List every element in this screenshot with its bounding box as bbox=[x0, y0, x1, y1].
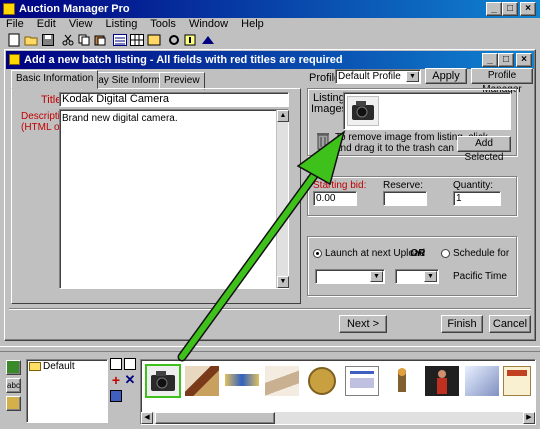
schedule-time-select[interactable]: ▼ bbox=[395, 269, 439, 284]
side-tool-strip: abc bbox=[6, 358, 22, 420]
menu-tools[interactable]: Tools bbox=[150, 18, 176, 30]
profile-select-value: Default Profile bbox=[338, 71, 401, 82]
finish-button[interactable]: Finish bbox=[441, 315, 483, 333]
next-button[interactable]: Next > bbox=[339, 315, 387, 333]
quantity-label: Quantity: bbox=[453, 180, 494, 191]
thumbnail-document-page[interactable] bbox=[345, 366, 379, 396]
delete-icon[interactable]: ✕ bbox=[124, 373, 136, 386]
folder-icon bbox=[29, 362, 41, 371]
batch-listing-window: Add a new batch listing - All fields wit… bbox=[4, 49, 536, 341]
description-scrollbar[interactable]: ▲ ▼ bbox=[276, 110, 289, 288]
pacific-time-label: Pacific Time bbox=[453, 271, 507, 282]
menu-window[interactable]: Window bbox=[189, 18, 228, 30]
thumbnail-blue-card[interactable] bbox=[465, 366, 499, 396]
remove-hint-2: and drag it to the trash can bbox=[335, 143, 454, 154]
trash-icon[interactable] bbox=[317, 132, 329, 150]
folder-view-icon[interactable] bbox=[6, 360, 21, 375]
image-view-icon[interactable] bbox=[6, 396, 21, 411]
starting-bid-input[interactable]: 0.00 bbox=[313, 191, 357, 206]
dialog-icon bbox=[9, 54, 20, 65]
schedule-radio[interactable] bbox=[441, 249, 450, 258]
bottom-panel-separator bbox=[0, 346, 540, 352]
launch-group bbox=[307, 236, 517, 296]
or-label: OR bbox=[410, 248, 425, 259]
tab-basic-information[interactable]: Basic Information bbox=[11, 70, 99, 89]
dialog-maximize-button[interactable]: □ bbox=[498, 53, 514, 67]
profile-select[interactable]: Default Profile ▼ bbox=[335, 69, 421, 84]
maximize-button[interactable]: □ bbox=[502, 2, 518, 16]
report-icon[interactable] bbox=[144, 31, 164, 49]
paste-icon[interactable] bbox=[90, 31, 110, 49]
dialog-close-button[interactable]: × bbox=[516, 53, 532, 67]
quantity-value: 1 bbox=[456, 193, 462, 204]
folder-name[interactable]: Default bbox=[43, 361, 75, 372]
thumbnail-camera[interactable] bbox=[145, 364, 181, 398]
listing-images-box[interactable] bbox=[343, 92, 511, 130]
date-chevron-down-icon[interactable]: ▼ bbox=[370, 271, 383, 282]
menu-file[interactable]: File bbox=[6, 18, 24, 30]
thumbnail-banner[interactable] bbox=[225, 374, 259, 386]
title-input[interactable]: Kodak Digital Camera bbox=[59, 92, 289, 107]
minimize-button[interactable]: _ bbox=[486, 2, 502, 16]
menu-view[interactable]: View bbox=[69, 18, 93, 30]
thumbnail-book[interactable] bbox=[185, 366, 219, 396]
details-view-icon[interactable] bbox=[110, 358, 122, 370]
menu-listing[interactable]: Listing bbox=[106, 18, 138, 30]
list-icon[interactable] bbox=[124, 358, 136, 370]
upload-icon[interactable] bbox=[198, 31, 218, 49]
scroll-down-icon[interactable]: ▼ bbox=[277, 276, 289, 288]
menu-edit[interactable]: Edit bbox=[37, 18, 56, 30]
starting-bid-value: 0.00 bbox=[316, 193, 336, 204]
reserve-label: Reserve: bbox=[383, 180, 424, 191]
description-value: Brand new digital camera. bbox=[62, 113, 178, 124]
text-view-icon[interactable]: abc bbox=[6, 378, 21, 393]
scroll-thumb[interactable] bbox=[155, 412, 275, 424]
scroll-up-icon[interactable]: ▲ bbox=[277, 110, 289, 122]
quantity-input[interactable]: 1 bbox=[453, 191, 501, 206]
thumbnail-tools: + ✕ bbox=[110, 358, 138, 408]
menu-bar: File Edit View Listing Tools Window Help bbox=[6, 17, 274, 31]
thumbnail-poster[interactable] bbox=[503, 366, 531, 396]
starting-bid-label: Starting bid: bbox=[313, 180, 367, 191]
scroll-right-icon[interactable]: ▶ bbox=[523, 412, 535, 424]
launch-radio[interactable] bbox=[313, 249, 322, 258]
chevron-down-icon[interactable]: ▼ bbox=[406, 71, 419, 82]
add-icon[interactable]: + bbox=[110, 373, 122, 387]
schedule-label: Schedule for bbox=[453, 248, 510, 259]
dialog-titlebar: Add a new batch listing - All fields wit… bbox=[6, 51, 534, 69]
add-selected-button[interactable]: Add Selected bbox=[457, 136, 511, 163]
thumbnail-person-photo[interactable] bbox=[425, 366, 459, 396]
info-icon[interactable] bbox=[180, 31, 200, 49]
dialog-title: Add a new batch listing - All fields wit… bbox=[24, 54, 343, 66]
folder-list[interactable]: Default bbox=[26, 359, 108, 423]
thumbnail-strip[interactable]: ◀ ▶ bbox=[140, 359, 536, 425]
footer-divider bbox=[9, 308, 531, 310]
save-icon[interactable] bbox=[38, 31, 58, 49]
menu-help[interactable]: Help bbox=[241, 18, 264, 30]
description-textarea[interactable]: Brand new digital camera. ▲ ▼ bbox=[59, 109, 289, 289]
app-title: Auction Manager Pro bbox=[19, 3, 130, 15]
time-chevron-down-icon[interactable]: ▼ bbox=[424, 271, 437, 282]
cancel-button[interactable]: Cancel bbox=[489, 315, 531, 333]
thumbnail-rolled-paper[interactable] bbox=[265, 366, 299, 396]
listing-camera-thumbnail[interactable] bbox=[347, 96, 379, 126]
thumbnail-scrollbar[interactable]: ◀ ▶ bbox=[141, 412, 535, 424]
thumbnail-figurine[interactable] bbox=[385, 366, 419, 396]
app-titlebar: Auction Manager Pro _ □ × bbox=[0, 0, 540, 18]
tab-strip: Basic Information eBay Site Information … bbox=[11, 70, 311, 90]
scroll-left-icon[interactable]: ◀ bbox=[141, 412, 153, 424]
app-icon bbox=[3, 3, 15, 15]
profile-manager-button[interactable]: Profile Manager bbox=[471, 68, 533, 95]
thumbnail-gold-coin[interactable] bbox=[305, 366, 339, 396]
toolbar bbox=[4, 31, 264, 49]
schedule-date-select[interactable]: ▼ bbox=[315, 269, 385, 284]
apply-button[interactable]: Apply bbox=[425, 68, 467, 84]
title-input-value: Kodak Digital Camera bbox=[62, 93, 169, 105]
reserve-input[interactable] bbox=[383, 191, 427, 206]
dialog-minimize-button[interactable]: _ bbox=[482, 53, 498, 67]
close-button[interactable]: × bbox=[520, 2, 536, 16]
import-icon[interactable] bbox=[110, 390, 122, 402]
